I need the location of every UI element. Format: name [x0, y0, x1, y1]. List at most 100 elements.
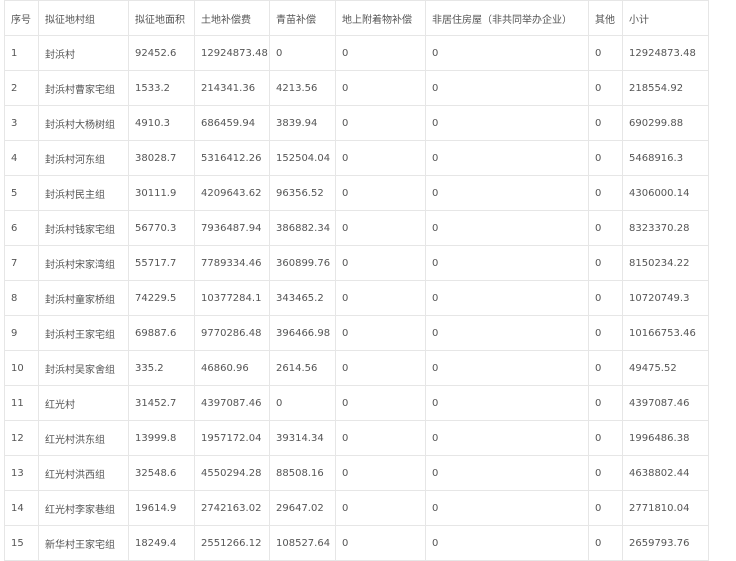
- table-cell: 69887.6: [128, 315, 195, 351]
- column-header: 非居住房屋（非共同举办企业）: [425, 0, 589, 36]
- table-cell: 0: [425, 420, 589, 456]
- column-header: 序号: [4, 0, 39, 36]
- table-cell: 封浜村大杨树组: [38, 105, 129, 141]
- table-cell: 0: [335, 490, 426, 526]
- table-cell: 2771810.04: [622, 490, 709, 526]
- table-row: 10 封浜村吴家舍组 335.2 46860.96 2614.56 0 0 0 49475.52: [4, 350, 709, 386]
- table-cell: 0: [425, 315, 589, 351]
- table-cell: 0: [425, 455, 589, 491]
- table-cell: 1957172.04: [194, 420, 270, 456]
- table-cell: 0: [425, 70, 589, 106]
- table-cell: 0: [425, 140, 589, 176]
- table-cell: 0: [588, 140, 623, 176]
- table-cell: 0: [425, 350, 589, 386]
- table-cell: 红光村洪东组: [38, 420, 129, 456]
- table-cell: 0: [588, 525, 623, 561]
- table-cell: 0: [588, 385, 623, 421]
- table-row: 15 新华村王家宅组 18249.4 2551266.12 108527.64 0 0 0 26…: [4, 525, 709, 561]
- table-cell: 88508.16: [269, 455, 336, 491]
- table-cell: 5: [4, 175, 39, 211]
- table-cell: 29647.02: [269, 490, 336, 526]
- table-cell: 6: [4, 210, 39, 246]
- table-row: 3 封浜村大杨树组 4910.3 686459.94 3839.94 0 0 0 690299.…: [4, 105, 709, 141]
- table-cell: 新华村王家宅组: [38, 525, 129, 561]
- table-cell: 2551266.12: [194, 525, 270, 561]
- table-cell: 0: [588, 420, 623, 456]
- table-cell: 4397087.46: [622, 385, 709, 421]
- table-cell: 19614.9: [128, 490, 195, 526]
- table-row: 9 封浜村王家宅组 69887.6 9770286.48 396466.98 0 0 0 101…: [4, 315, 709, 351]
- table-cell: 4638802.44: [622, 455, 709, 491]
- table-row: 6 封浜村钱家宅组 56770.3 7936487.94 386882.34 0 0 0 832…: [4, 210, 709, 246]
- table-cell: 0: [269, 385, 336, 421]
- column-header: 拟征地面积: [128, 0, 195, 36]
- table-cell: 46860.96: [194, 350, 270, 386]
- table-cell: 12924873.48: [194, 35, 270, 71]
- table-cell: 封浜村吴家舍组: [38, 350, 129, 386]
- table-cell: 0: [335, 315, 426, 351]
- table-cell: 封浜村童家桥组: [38, 280, 129, 316]
- table-row: 5 封浜村民主组 30111.9 4209643.62 96356.52 0 0 0 43060…: [4, 175, 709, 211]
- table-cell: 封浜村钱家宅组: [38, 210, 129, 246]
- table-cell: 0: [588, 35, 623, 71]
- table-cell: 0: [335, 35, 426, 71]
- table-cell: 0: [425, 280, 589, 316]
- table-cell: 5316412.26: [194, 140, 270, 176]
- table-cell: 封浜村民主组: [38, 175, 129, 211]
- table-cell: 红光村李家巷组: [38, 490, 129, 526]
- table-cell: 152504.04: [269, 140, 336, 176]
- table-cell: 9770286.48: [194, 315, 270, 351]
- column-header: 土地补偿费: [194, 0, 270, 36]
- table-cell: 2614.56: [269, 350, 336, 386]
- table-cell: 686459.94: [194, 105, 270, 141]
- table-cell: 3839.94: [269, 105, 336, 141]
- table-cell: 0: [335, 70, 426, 106]
- table-cell: 0: [425, 175, 589, 211]
- table-cell: 74229.5: [128, 280, 195, 316]
- table-cell: 1: [4, 35, 39, 71]
- table-cell: 12: [4, 420, 39, 456]
- table-cell: 0: [335, 140, 426, 176]
- table-cell: 10720749.3: [622, 280, 709, 316]
- table-cell: 335.2: [128, 350, 195, 386]
- table-cell: 封浜村曹家宅组: [38, 70, 129, 106]
- table-cell: 0: [588, 245, 623, 281]
- table-cell: 4910.3: [128, 105, 195, 141]
- table-cell: 2: [4, 70, 39, 106]
- table-cell: 8323370.28: [622, 210, 709, 246]
- table-cell: 10377284.1: [194, 280, 270, 316]
- table-row: 8 封浜村童家桥组 74229.5 10377284.1 343465.2 0 0 0 1072…: [4, 280, 709, 316]
- table-cell: 2742163.02: [194, 490, 270, 526]
- table-cell: 0: [335, 210, 426, 246]
- table-cell: 690299.88: [622, 105, 709, 141]
- table-cell: 14: [4, 490, 39, 526]
- table-cell: 0: [588, 105, 623, 141]
- table-header-row: 序号 拟征地村组 拟征地面积 土地补偿费 青苗补偿 地上附着物补偿 非居住房屋（非共同举办企…: [4, 0, 709, 36]
- table-cell: 0: [335, 245, 426, 281]
- table-cell: 11: [4, 385, 39, 421]
- table-cell: 96356.52: [269, 175, 336, 211]
- table-cell: 360899.76: [269, 245, 336, 281]
- table-cell: 13999.8: [128, 420, 195, 456]
- table-cell: 0: [425, 525, 589, 561]
- table-cell: 0: [588, 315, 623, 351]
- table-cell: 56770.3: [128, 210, 195, 246]
- table-cell: 0: [588, 350, 623, 386]
- table-cell: 4397087.46: [194, 385, 270, 421]
- table-cell: 4209643.62: [194, 175, 270, 211]
- column-header: 小计: [622, 0, 709, 36]
- table-cell: 13: [4, 455, 39, 491]
- table-cell: 8150234.22: [622, 245, 709, 281]
- table-cell: 32548.6: [128, 455, 195, 491]
- table-cell: 10166753.46: [622, 315, 709, 351]
- table-cell: 0: [335, 280, 426, 316]
- table-cell: 7: [4, 245, 39, 281]
- table-cell: 8: [4, 280, 39, 316]
- table-cell: 31452.7: [128, 385, 195, 421]
- table-cell: 10: [4, 350, 39, 386]
- table-cell: 9: [4, 315, 39, 351]
- table-cell: 4550294.28: [194, 455, 270, 491]
- table-cell: 封浜村: [38, 35, 129, 71]
- table-row: 1 封浜村 92452.6 12924873.48 0 0 0 0 12924873.48: [4, 35, 709, 71]
- table-row: 14 红光村李家巷组 19614.9 2742163.02 29647.02 0 0 0 277…: [4, 490, 709, 526]
